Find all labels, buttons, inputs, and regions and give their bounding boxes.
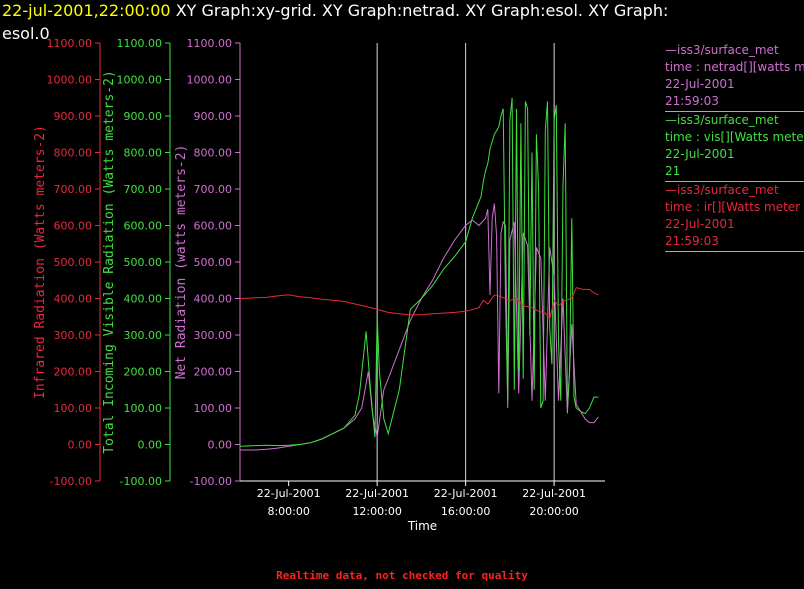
quality-warning: Realtime data, not checked for quality xyxy=(276,569,528,582)
y-axis-label-2: Net Radiation (watts meters-2) xyxy=(174,145,189,380)
y-tick-label-2-4: 300.00 xyxy=(194,329,233,342)
legend-station: —iss3/surface_met xyxy=(665,43,779,57)
x-tick-date-2: 22-Jul-2001 xyxy=(434,487,498,500)
x-tick-date-3: 22-Jul-2001 xyxy=(522,487,586,500)
y-tick-label-1-7: 600.00 xyxy=(124,220,163,233)
legend-entry: —iss3/surface_mettime : netrad[][watts m… xyxy=(665,42,804,112)
y-tick-label-1-6: 500.00 xyxy=(124,256,163,269)
y-tick-label-1-1: 0.00 xyxy=(138,439,163,452)
legend-entry: —iss3/surface_mettime : vis[][Watts mete… xyxy=(665,112,804,182)
y-tick-label-2-3: 200.00 xyxy=(194,366,233,379)
legend-variable: time : vis[][Watts mete xyxy=(665,130,804,144)
legend-station: —iss3/surface_met xyxy=(665,183,779,197)
y-tick-label-0-3: 200.00 xyxy=(54,366,93,379)
y-tick-label-0-4: 300.00 xyxy=(54,329,93,342)
x-axis-label: Time xyxy=(407,519,437,533)
y-tick-label-2-8: 700.00 xyxy=(194,183,233,196)
legend-date: 22-Jul-2001 xyxy=(665,77,735,91)
legend-time: 21 xyxy=(665,164,681,178)
y-axes: -100.00 0.00 100.00 200.00 300.00 400.00 500.0… xyxy=(33,37,241,488)
y-tick-label-1-9: 800.00 xyxy=(124,147,163,160)
x-tick-time-2: 16:00:00 xyxy=(441,505,490,518)
y-tick-label-2-0: -100.00 xyxy=(190,475,232,488)
y-tick-label-0-8: 700.00 xyxy=(54,183,93,196)
y-tick-label-2-11: 1000.00 xyxy=(187,74,233,87)
legend-station: —iss3/surface_met xyxy=(665,113,779,127)
legend-time: 21:59:03 xyxy=(665,234,719,248)
y-tick-label-1-3: 200.00 xyxy=(124,366,163,379)
y-tick-label-1-11: 1000.00 xyxy=(117,74,163,87)
y-tick-label-1-5: 400.00 xyxy=(124,293,163,306)
y-tick-label-2-6: 500.00 xyxy=(194,256,233,269)
y-tick-label-1-8: 700.00 xyxy=(124,183,163,196)
legend: —iss3/surface_mettime : netrad[][watts m… xyxy=(665,42,804,252)
x-tick-time-1: 12:00:00 xyxy=(352,505,401,518)
legend-variable: time : netrad[][watts me xyxy=(665,60,804,74)
y-tick-label-2-5: 400.00 xyxy=(194,293,233,306)
y-tick-label-2-12: 1100.00 xyxy=(187,37,233,50)
y-tick-label-0-11: 1000.00 xyxy=(47,74,93,87)
y-tick-label-1-0: -100.00 xyxy=(120,475,162,488)
title-timestamp: 22-jul-2001,22:00:00 xyxy=(2,1,171,20)
x-tick-date-0: 22-Jul-2001 xyxy=(257,487,321,500)
legend-date: 22-Jul-2001 xyxy=(665,147,735,161)
graph-title-line2: esol.0 xyxy=(2,24,50,43)
title-graphs: XY Graph:xy-grid. XY Graph:netrad. XY Gr… xyxy=(175,1,669,20)
x-tick-date-1: 22-Jul-2001 xyxy=(345,487,409,500)
y-tick-label-0-9: 800.00 xyxy=(54,147,93,160)
y-axis-label-0: Infrared Radiation (Watts meters-2) xyxy=(33,125,48,399)
y-tick-label-1-2: 100.00 xyxy=(124,402,163,415)
legend-entry: —iss3/surface_mettime : ir[][Watts meter… xyxy=(665,182,804,252)
y-tick-label-0-0: -100.00 xyxy=(50,475,92,488)
y-tick-label-0-1: 0.00 xyxy=(68,439,93,452)
x-tick-time-0: 8:00:00 xyxy=(267,505,309,518)
legend-date: 22-Jul-2001 xyxy=(665,217,735,231)
y-tick-label-1-4: 300.00 xyxy=(124,329,163,342)
y-tick-label-2-7: 600.00 xyxy=(194,220,233,233)
series-lines xyxy=(239,97,599,451)
y-axis-label-1: Total Incoming Visible Radiation (Watts … xyxy=(102,70,117,454)
legend-time: 21:59:03 xyxy=(665,94,719,108)
y-tick-label-1-10: 900.00 xyxy=(124,110,163,123)
y-tick-label-1-12: 1100.00 xyxy=(117,37,163,50)
y-tick-label-2-2: 100.00 xyxy=(194,402,233,415)
x-tick-time-3: 20:00:00 xyxy=(529,505,578,518)
graph-title: 22-jul-2001,22:00:00 XY Graph:xy-grid. X… xyxy=(2,1,668,20)
y-tick-label-0-10: 900.00 xyxy=(54,110,93,123)
y-tick-label-0-6: 500.00 xyxy=(54,256,93,269)
x-axis: 22-Jul-2001 8:00:00 22-Jul-2001 12:00:00 22-… xyxy=(240,480,605,533)
y-tick-label-0-7: 600.00 xyxy=(54,220,93,233)
y-tick-label-0-12: 1100.00 xyxy=(47,37,93,50)
legend-variable: time : ir[][Watts meter xyxy=(665,200,801,214)
y-tick-label-0-5: 400.00 xyxy=(54,293,93,306)
y-tick-label-2-10: 900.00 xyxy=(194,110,233,123)
y-tick-label-2-1: 0.00 xyxy=(208,439,233,452)
y-tick-label-2-9: 800.00 xyxy=(194,147,233,160)
y-tick-label-0-2: 100.00 xyxy=(54,402,93,415)
